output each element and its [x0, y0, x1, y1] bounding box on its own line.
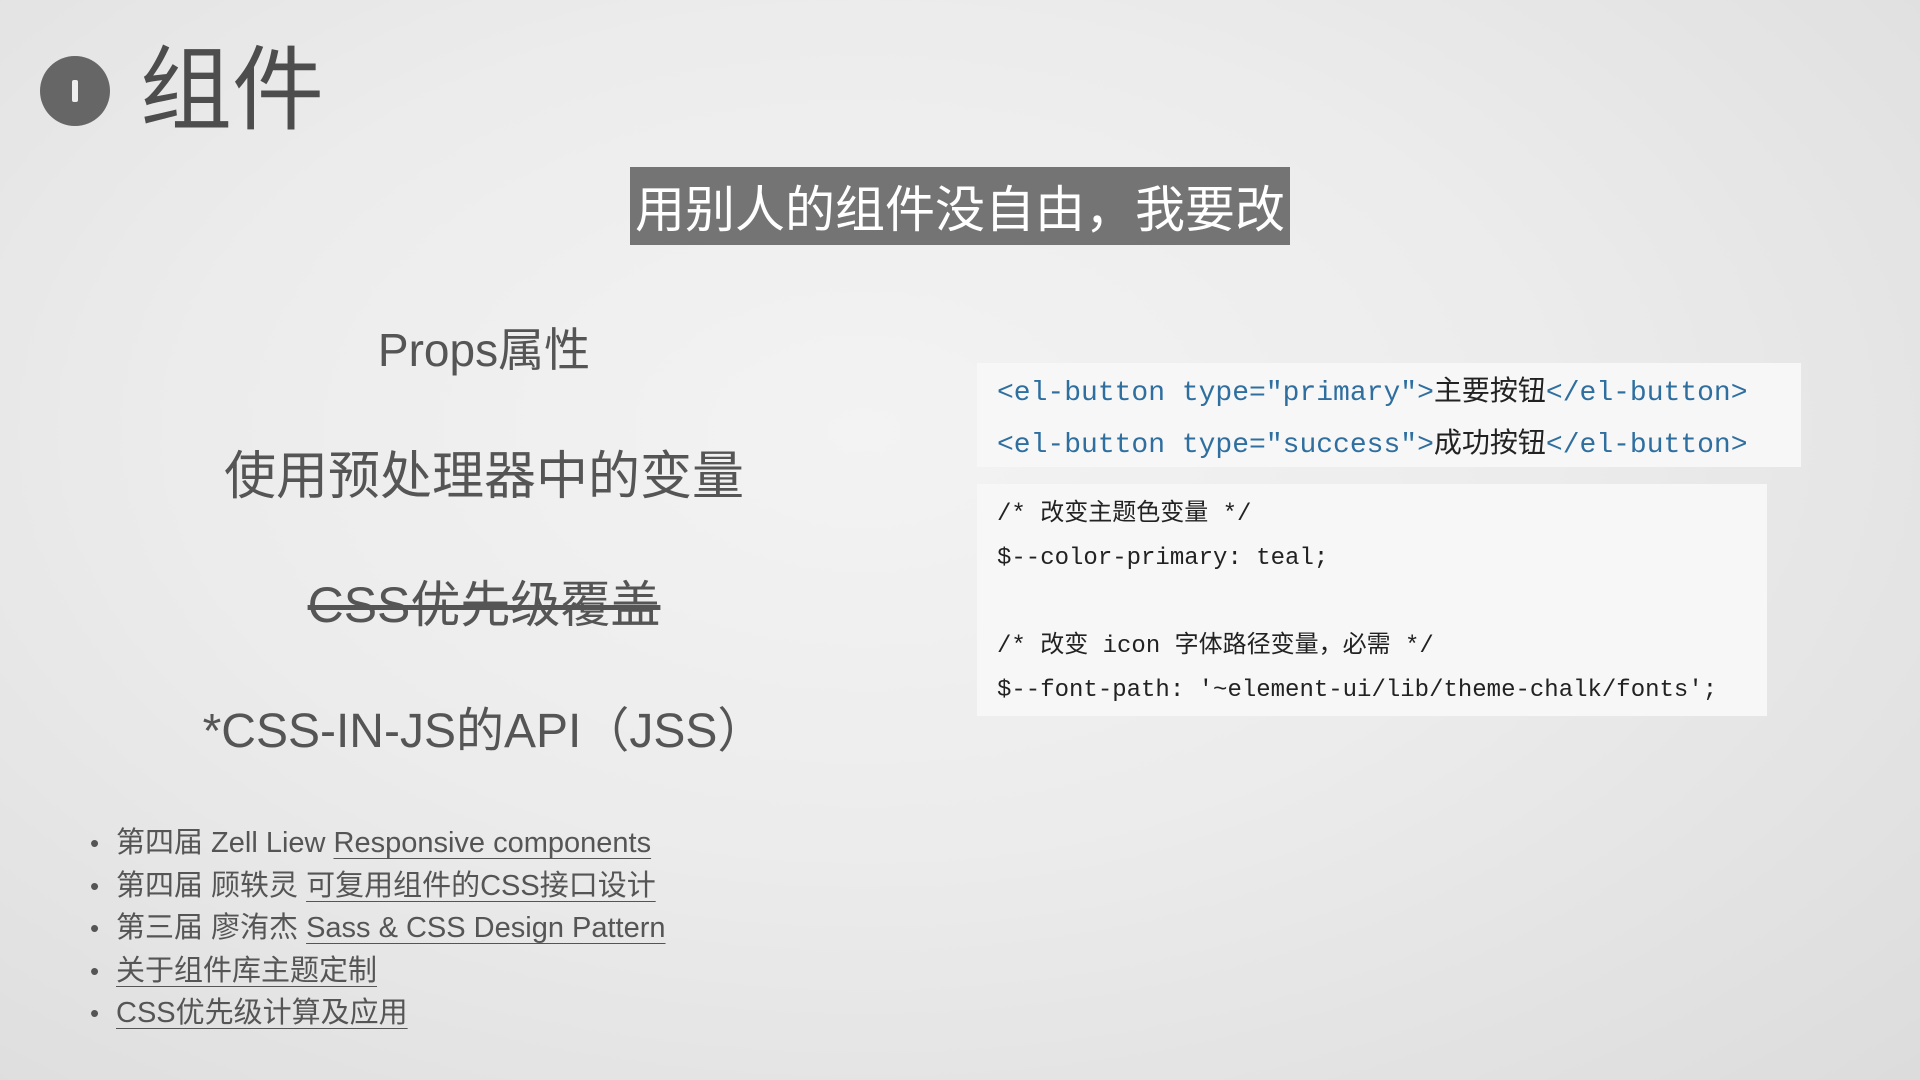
list-item: • 第四届 顾轶灵 可复用组件的CSS接口设计: [88, 865, 666, 908]
code-attr: "success": [1265, 430, 1418, 461]
bullet-icon: •: [90, 998, 100, 1028]
reference-prefix: 第三届 廖洧杰: [116, 912, 299, 944]
code-tag: </el-button>: [1545, 378, 1748, 409]
bullet-icon: •: [90, 955, 100, 986]
code-tag: <el-button type=: [997, 378, 1266, 409]
list-item: • 第四届 Zell Liew Responsive components: [88, 822, 666, 865]
reference-link[interactable]: 可复用组件的CSS接口设计: [306, 870, 656, 902]
code-block-buttons: <el-button type="primary">主要按钮</el-butto…: [977, 363, 1801, 467]
slide-header: 组件: [40, 36, 324, 146]
reference-list: • 第四届 Zell Liew Responsive components • 第四届…: [88, 822, 666, 1035]
option-props: Props属性: [377, 324, 591, 376]
list-item: • 第三届 廖洧杰 Sass & CSS Design Pattern: [88, 907, 666, 950]
code-line: <el-button type="success">成功按钮</el-butto…: [997, 423, 1748, 466]
reference-link[interactable]: 关于组件库主题定制: [116, 955, 377, 987]
banner-caption: 用别人的组件没自由，我要改: [630, 167, 1290, 245]
reference-prefix: 第四届 顾轶灵: [116, 869, 299, 902]
code-text: 主要按钮: [1433, 374, 1546, 407]
code-line: $--font-path: '~element-ui/lib/theme-cha…: [997, 677, 1718, 704]
code-tag: <el-button type=: [997, 430, 1266, 461]
code-attr: "primary": [1265, 378, 1418, 409]
option-preprocessor-vars: 使用预处理器中的变量: [223, 448, 744, 506]
reference-link[interactable]: Responsive components: [334, 827, 652, 859]
code-tag: </el-button>: [1545, 430, 1748, 461]
code-line: <el-button type="primary">主要按钮</el-butto…: [997, 371, 1748, 414]
option-css-override: CSS优先级覆盖: [307, 577, 661, 633]
bullet-icon: •: [90, 828, 100, 858]
option-css-in-js: *CSS-IN-JS的API（JSS）: [202, 705, 766, 758]
code-comment: /* 改变主题色变量 */: [997, 501, 1252, 528]
list-item: • CSS优先级计算及应用: [88, 992, 666, 1035]
code-tag: >: [1417, 430, 1434, 461]
reference-prefix: 第四届 Zell Liew: [116, 827, 326, 859]
code-text: 成功按钮: [1433, 426, 1546, 459]
reference-link[interactable]: Sass & CSS Design Pattern: [306, 912, 665, 944]
bullet-icon: •: [90, 870, 100, 901]
code-block-scss-vars: /* 改变主题色变量 */ $--color-primary: teal; /*…: [977, 484, 1767, 716]
code-line: $--color-primary: teal;: [997, 545, 1329, 572]
page-title: 组件: [140, 40, 325, 142]
reference-link[interactable]: CSS优先级计算及应用: [116, 997, 408, 1029]
code-comment: /* 改变 icon 字体路径变量，必需 */: [997, 633, 1434, 660]
code-tag: >: [1417, 378, 1434, 409]
info-badge-icon: [40, 56, 110, 126]
bullet-icon: •: [90, 913, 100, 943]
list-item: • 关于组件库主题定制: [88, 950, 666, 993]
